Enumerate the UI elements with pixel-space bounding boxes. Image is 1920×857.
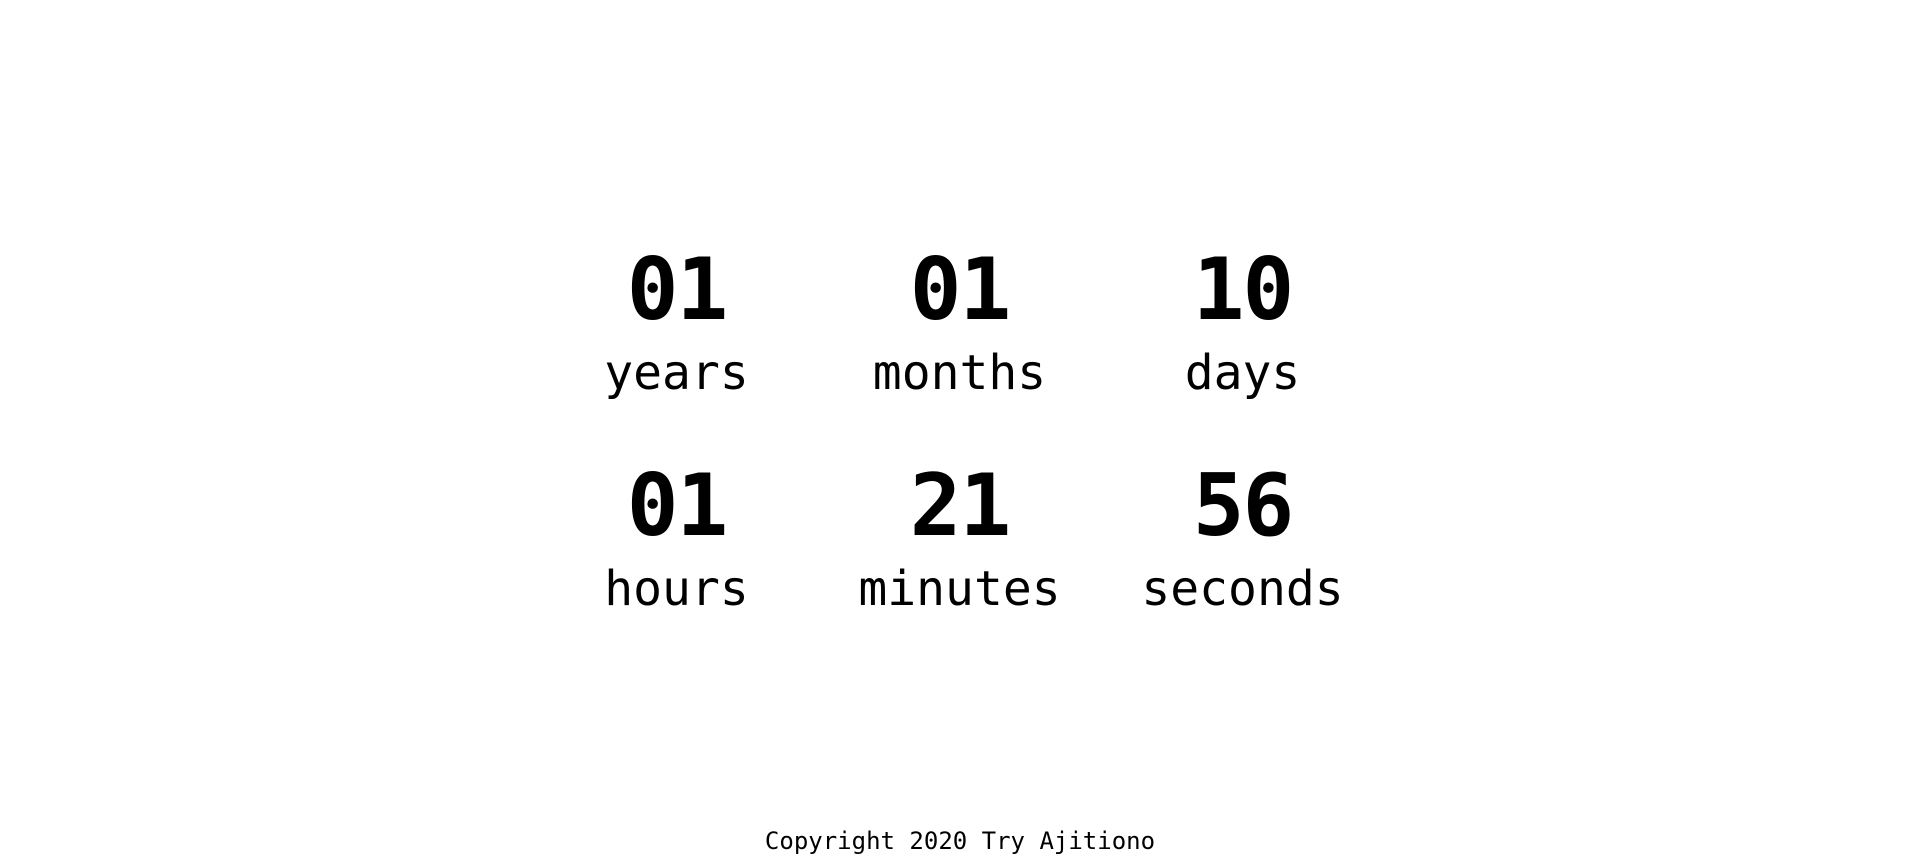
countdown-minutes: 21 minutes (818, 451, 1101, 667)
minutes-value: 21 (909, 456, 1012, 556)
countdown-grid: 01 years 01 months 10 days 01 hours 21 m… (538, 235, 1381, 667)
hours-label: hours (604, 561, 749, 617)
countdown-timer: 01 years 01 months 10 days 01 hours 21 m… (0, 0, 1920, 857)
hours-value: 01 (626, 456, 729, 556)
months-value: 01 (909, 240, 1012, 340)
countdown-months: 01 months (818, 235, 1101, 451)
months-label: months (872, 345, 1047, 401)
days-label: days (1184, 345, 1301, 401)
seconds-label: seconds (1141, 561, 1344, 617)
countdown-hours: 01 hours (535, 451, 818, 667)
days-value: 10 (1192, 240, 1295, 340)
years-label: years (604, 345, 749, 401)
years-value: 01 (626, 240, 729, 340)
countdown-days: 10 days (1101, 235, 1384, 451)
seconds-value: 56 (1192, 456, 1295, 556)
countdown-seconds: 56 seconds (1101, 451, 1384, 667)
footer-copyright: Copyright 2020 Try Ajitiono (764, 827, 1156, 855)
minutes-label: minutes (858, 561, 1061, 617)
countdown-years: 01 years (535, 235, 818, 451)
